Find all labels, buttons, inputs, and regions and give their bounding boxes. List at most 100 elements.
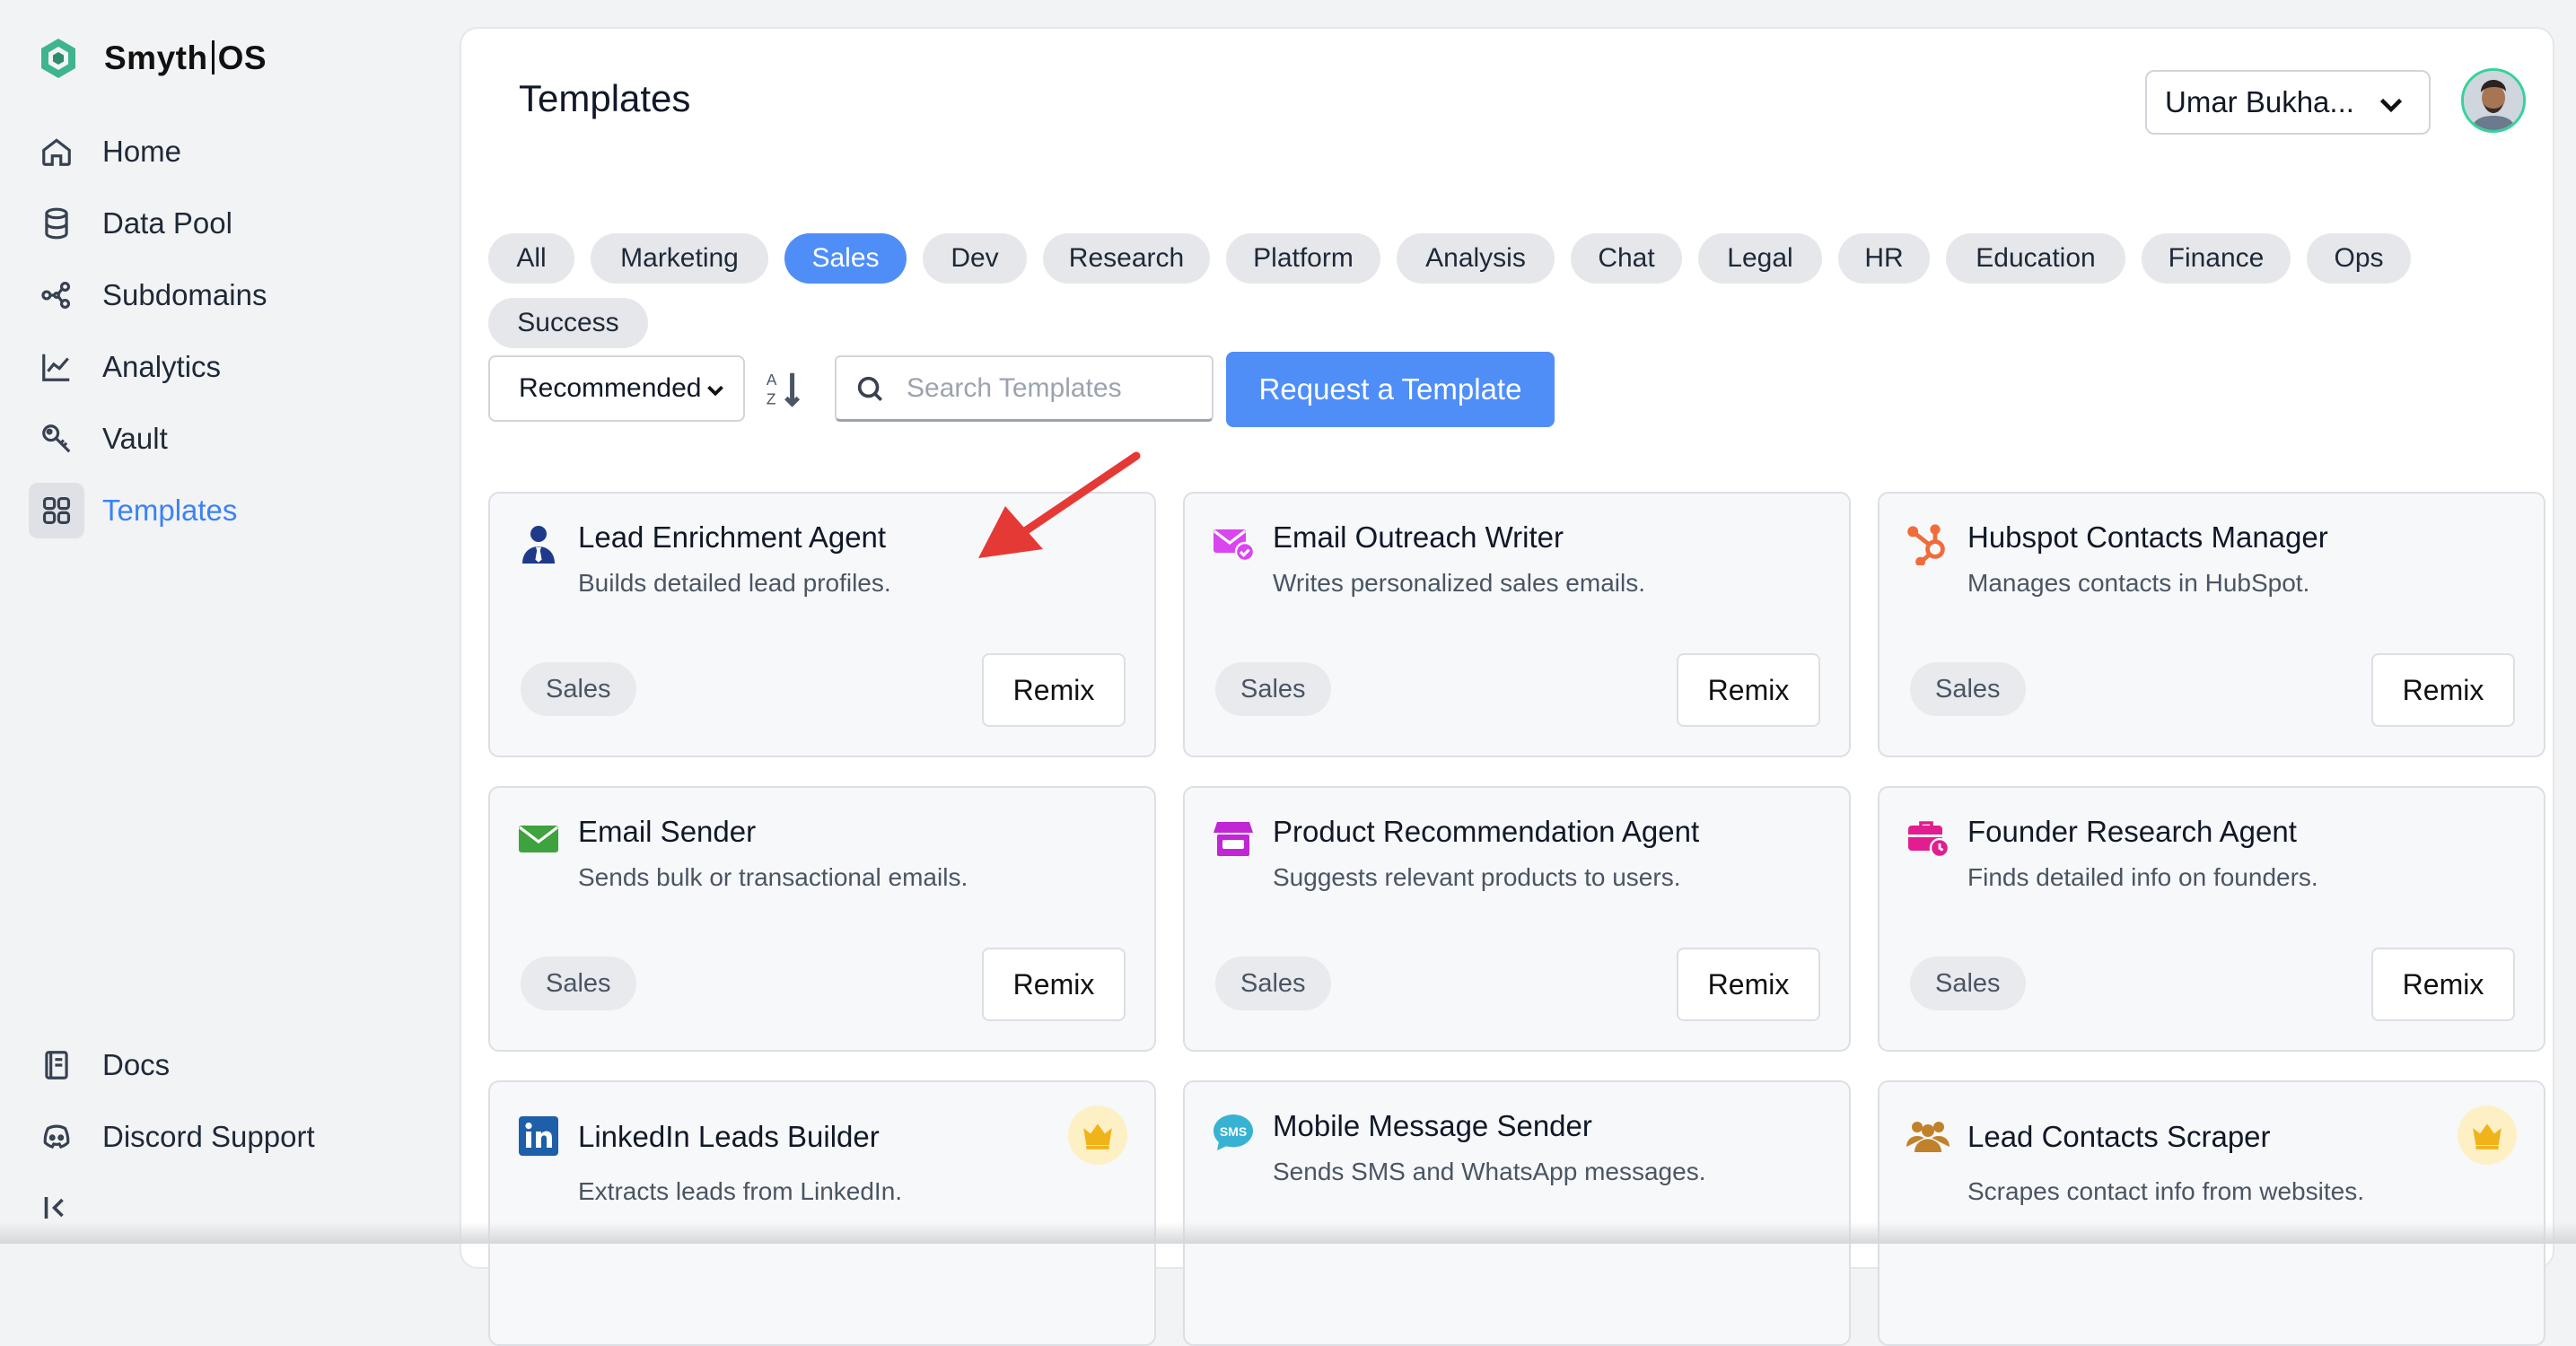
discord-icon <box>29 1109 84 1165</box>
card-title: Email Outreach Writer <box>1273 520 1564 554</box>
logo[interactable]: Smyth OS <box>36 36 267 81</box>
annotation-arrow-icon <box>978 451 1141 558</box>
category-chip-finance[interactable]: Finance <box>2142 233 2291 284</box>
store-icon <box>1212 817 1255 860</box>
sidebar-item-label: Analytics <box>102 350 222 383</box>
sort-dropdown[interactable]: Recommended <box>488 355 745 422</box>
template-card[interactable]: LinkedIn Leads Builder Extracts leads fr… <box>488 1080 1156 1346</box>
card-tag: Sales <box>1910 662 2026 716</box>
template-card[interactable]: Product Recommendation Agent Suggests re… <box>1183 786 1851 1052</box>
template-card[interactable]: SMS Mobile Message Sender Sends SMS and … <box>1183 1080 1851 1346</box>
category-chip-success[interactable]: Success <box>488 298 648 348</box>
svg-text:A: A <box>767 371 777 389</box>
card-tag: Sales <box>1215 957 1331 1010</box>
template-card[interactable]: Lead Contacts Scraper Scrapes contact in… <box>1878 1080 2545 1346</box>
sidebar-item-subdomains[interactable]: Subdomains <box>29 267 424 323</box>
card-title: Mobile Message Sender <box>1273 1109 1592 1142</box>
category-chip-platform[interactable]: Platform <box>1226 233 1380 284</box>
template-card[interactable]: Hubspot Contacts Manager Manages contact… <box>1878 492 2545 757</box>
sort-order-button[interactable]: A Z <box>763 368 804 409</box>
key-icon <box>29 411 84 467</box>
card-title: Product Recommendation Agent <box>1273 815 1700 848</box>
svg-text:Z: Z <box>767 389 776 407</box>
avatar[interactable] <box>2461 68 2526 133</box>
card-description: Builds detailed lead profiles. <box>578 569 891 597</box>
category-chip-education[interactable]: Education <box>1946 233 2125 284</box>
card-title: Founder Research Agent <box>1967 815 2297 848</box>
sms-icon: SMS <box>1212 1111 1255 1154</box>
user-dropdown[interactable]: Umar Bukha... <box>2145 70 2431 135</box>
category-chip-research[interactable]: Research <box>1043 233 1210 284</box>
sidebar-item-label: Docs <box>102 1048 171 1081</box>
card-description: Writes personalized sales emails. <box>1273 569 1645 597</box>
svg-text:SMS: SMS <box>1220 1124 1247 1139</box>
template-card[interactable]: Founder Research Agent Finds detailed in… <box>1878 786 2545 1052</box>
remix-button[interactable]: Remix <box>982 653 1126 727</box>
card-title: Email Sender <box>578 815 757 848</box>
remix-button[interactable]: Remix <box>1677 653 1820 727</box>
linkedin-icon <box>517 1114 560 1158</box>
request-template-button[interactable]: Request a Template <box>1226 352 1555 427</box>
crown-icon <box>2473 1123 2502 1149</box>
card-description: Finds detailed info on founders. <box>1967 863 2318 891</box>
remix-button[interactable]: Remix <box>2371 948 2515 1021</box>
search-input[interactable] <box>905 371 1196 405</box>
logo-text: Smyth OS <box>104 39 267 76</box>
grid-icon <box>29 483 84 538</box>
user-avatar-image <box>2464 71 2523 130</box>
remix-button[interactable]: Remix <box>2371 653 2515 727</box>
book-icon <box>29 1037 84 1093</box>
envelope-icon <box>517 817 560 860</box>
template-card[interactable]: Email Outreach Writer Writes personalize… <box>1183 492 1851 757</box>
category-chip-legal[interactable]: Legal <box>1698 233 1822 284</box>
sidebar-item-home[interactable]: Home <box>29 124 424 179</box>
sidebar-item-label: Subdomains <box>102 278 267 311</box>
card-description: Sends SMS and WhatsApp messages. <box>1273 1158 1706 1185</box>
premium-badge <box>1068 1106 1127 1165</box>
sidebar-item-analytics[interactable]: Analytics <box>29 339 424 395</box>
premium-badge <box>2458 1106 2517 1165</box>
bottom-shadow <box>0 1222 2576 1244</box>
category-chip-marketing[interactable]: Marketing <box>591 233 768 284</box>
sidebar-item-label: Discord Support <box>102 1120 315 1153</box>
category-chip-hr[interactable]: HR <box>1838 233 1930 284</box>
network-icon <box>29 267 84 323</box>
collapse-left-icon <box>44 1197 64 1219</box>
search-field[interactable] <box>835 355 1214 422</box>
category-chip-analysis[interactable]: Analysis <box>1397 233 1555 284</box>
card-tag: Sales <box>1215 662 1331 716</box>
sidebar-item-docs[interactable]: Docs <box>29 1037 424 1093</box>
sidebar-item-label: Templates <box>102 494 238 527</box>
category-chip-ops[interactable]: Ops <box>2307 233 2411 284</box>
sidebar-item-discord-support[interactable]: Discord Support <box>29 1109 424 1165</box>
card-title: Lead Contacts Scraper <box>1967 1120 2271 1153</box>
category-chip-sales[interactable]: Sales <box>784 233 907 284</box>
category-chip-dev[interactable]: Dev <box>923 233 1027 284</box>
page-title: Templates <box>519 77 691 119</box>
card-tag: Sales <box>521 957 636 1010</box>
remix-button[interactable]: Remix <box>1677 948 1820 1021</box>
home-icon <box>29 124 84 179</box>
remix-button[interactable]: Remix <box>982 948 1126 1021</box>
smythos-logo-icon <box>41 39 75 78</box>
card-description: Suggests relevant products to users. <box>1273 863 1681 891</box>
card-tag: Sales <box>521 662 636 716</box>
user-suit-icon <box>517 522 560 565</box>
template-card[interactable]: Email Sender Sends bulk or transactional… <box>488 786 1156 1052</box>
chart-line-icon <box>29 339 84 395</box>
category-chip-all[interactable]: All <box>488 233 574 284</box>
sidebar-item-label: Home <box>102 135 182 168</box>
chevron-down-icon <box>702 377 729 411</box>
sidebar-item-data-pool[interactable]: Data Pool <box>29 196 424 251</box>
sidebar-item-templates[interactable]: Templates <box>29 483 424 538</box>
briefcase-clock-icon <box>1906 817 1950 860</box>
sort-value: Recommended <box>519 373 702 403</box>
crown-icon <box>1083 1123 1112 1149</box>
sidebar-item-label: Data Pool <box>102 206 232 240</box>
sidebar-item-vault[interactable]: Vault <box>29 411 424 467</box>
main-panel: Templates Umar Bukha... All Marketing Sa… <box>460 27 2554 1346</box>
card-tag: Sales <box>1910 957 2026 1010</box>
card-title: LinkedIn Leads Builder <box>578 1120 880 1153</box>
category-chip-chat[interactable]: Chat <box>1571 233 1682 284</box>
sidebar-item-label: Vault <box>102 422 168 455</box>
